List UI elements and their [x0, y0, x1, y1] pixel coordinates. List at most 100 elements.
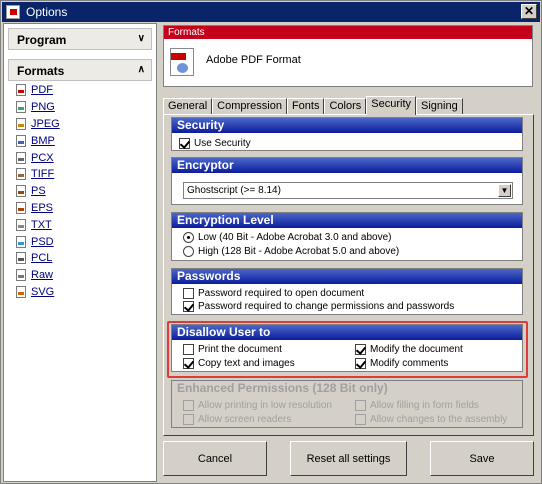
chevron-up-icon[interactable]: ∧ [138, 64, 145, 75]
program-label: Program [17, 33, 67, 47]
format-link[interactable]: PDF [31, 84, 53, 96]
format-link[interactable]: TXT [31, 219, 52, 231]
checkbox-icon [355, 400, 366, 411]
encryptor-value: Ghostscript (>= 8.14) [187, 185, 281, 196]
pcl-file-icon [16, 252, 26, 265]
encryptor-header: Encryptor [172, 158, 522, 173]
radio-icon[interactable] [183, 246, 194, 257]
format-link[interactable]: EPS [31, 202, 53, 214]
change-password-checkbox[interactable]: Password required to change permissions … [183, 301, 454, 312]
format-link[interactable]: SVG [31, 286, 54, 298]
security-group: Security Use Security [171, 117, 523, 151]
encryptor-group: Encryptor Ghostscript (>= 8.14) ▼ [171, 157, 523, 205]
window-title: Options [26, 5, 68, 19]
pcx-file-icon [16, 151, 26, 164]
high-encryption-radio[interactable]: High (128 Bit - Adobe Acrobat 5.0 and ab… [183, 246, 399, 257]
low-res-print-label: Allow printing in low resolution [198, 400, 332, 411]
eps-file-icon [16, 201, 26, 214]
screen-readers-checkbox: Allow screen readers [183, 414, 291, 425]
formats-section-header[interactable]: Formats ∧ [8, 59, 152, 81]
format-item-svg[interactable]: SVG [16, 284, 146, 301]
format-item-eps[interactable]: EPS [16, 200, 146, 217]
checkbox-icon[interactable] [183, 288, 194, 299]
security-header: Security [172, 118, 522, 133]
format-link[interactable]: PSD [31, 236, 54, 248]
close-button[interactable]: ✕ [521, 4, 537, 19]
format-item-pcl[interactable]: PCL [16, 250, 146, 267]
format-item-pdf[interactable]: PDF [16, 82, 146, 99]
chevron-down-icon[interactable]: ∨ [138, 33, 145, 44]
format-link[interactable]: PNG [31, 101, 55, 113]
modify-document-checkbox[interactable]: Modify the document [355, 344, 463, 355]
pdf-file-icon [16, 84, 26, 97]
checkbox-icon [183, 414, 194, 425]
encryption-level-header: Encryption Level [172, 213, 522, 228]
formats-panel-header: Formats [164, 26, 532, 39]
left-panel: Program ∨ Formats ∧ PDF PNG JPEG BMP PCX… [3, 23, 157, 482]
format-link[interactable]: PCX [31, 152, 54, 164]
tab-signing[interactable]: Signing [416, 98, 463, 115]
tab-strip: General Compression Fonts Colors Securit… [163, 96, 463, 115]
screen-readers-label: Allow screen readers [198, 414, 292, 425]
disallow-group: Disallow User to Print the document Copy… [171, 324, 523, 372]
copy-text-checkbox[interactable]: Copy text and images [183, 358, 295, 369]
use-security-checkbox[interactable]: Use Security [179, 138, 251, 149]
checkbox-icon[interactable] [183, 301, 194, 312]
checkbox-icon[interactable] [183, 344, 194, 355]
button-bar: Cancel Reset all settings Save [163, 441, 534, 477]
low-res-print-checkbox: Allow printing in low resolution [183, 400, 332, 411]
tab-security[interactable]: Security [366, 96, 417, 115]
format-item-jpeg[interactable]: JPEG [16, 116, 146, 133]
format-link[interactable]: Raw [31, 269, 53, 281]
print-document-checkbox[interactable]: Print the document [183, 344, 282, 355]
format-item-tiff[interactable]: TIFF [16, 166, 146, 183]
checkbox-icon[interactable] [355, 358, 366, 369]
formats-label: Formats [17, 64, 65, 78]
save-button[interactable]: Save [430, 441, 534, 476]
low-encryption-radio[interactable]: Low (40 Bit - Adobe Acrobat 3.0 and abov… [183, 232, 391, 243]
disallow-header: Disallow User to [172, 325, 522, 340]
tab-colors[interactable]: Colors [324, 98, 367, 115]
checkbox-icon [355, 414, 366, 425]
format-link[interactable]: PS [31, 185, 46, 197]
format-item-txt[interactable]: TXT [16, 216, 146, 233]
use-security-label: Use Security [194, 138, 251, 149]
checkbox-icon[interactable] [183, 358, 194, 369]
program-section-header[interactable]: Program ∨ [8, 28, 152, 50]
tab-fonts[interactable]: Fonts [286, 98, 325, 115]
low-encryption-label: Low (40 Bit - Adobe Acrobat 3.0 and abov… [198, 232, 392, 243]
radio-selected-icon[interactable] [183, 232, 194, 243]
format-item-ps[interactable]: PS [16, 183, 146, 200]
checkbox-icon[interactable] [179, 138, 190, 149]
title-bar: Options ✕ [2, 2, 540, 22]
tab-compression[interactable]: Compression [212, 98, 287, 115]
change-password-label: Password required to change permissions … [198, 301, 455, 312]
cancel-button[interactable]: Cancel [163, 441, 267, 476]
dropdown-arrow-icon[interactable]: ▼ [498, 184, 511, 197]
format-item-bmp[interactable]: BMP [16, 132, 146, 149]
open-password-checkbox[interactable]: Password required to open document [183, 288, 364, 299]
enhanced-permissions-header: Enhanced Permissions (128 Bit only) [172, 381, 522, 396]
tab-general[interactable]: General [163, 98, 213, 115]
encryptor-select[interactable]: Ghostscript (>= 8.14) ▼ [183, 182, 513, 199]
checkbox-icon[interactable] [355, 344, 366, 355]
format-link[interactable]: PCL [31, 252, 52, 264]
security-tab-page: Security Use Security Encryptor Ghostscr… [163, 114, 534, 436]
print-document-label: Print the document [198, 344, 282, 355]
format-link[interactable]: JPEG [31, 118, 60, 130]
reset-settings-button[interactable]: Reset all settings [290, 441, 407, 476]
png-file-icon [16, 101, 26, 114]
format-link[interactable]: TIFF [31, 168, 54, 180]
copy-text-label: Copy text and images [198, 358, 295, 369]
jpeg-file-icon [16, 117, 26, 130]
high-encryption-label: High (128 Bit - Adobe Acrobat 5.0 and ab… [198, 246, 400, 257]
format-link[interactable]: BMP [31, 135, 55, 147]
format-item-raw[interactable]: Raw [16, 267, 146, 284]
format-item-psd[interactable]: PSD [16, 233, 146, 250]
assembly-label: Allow changes to the assembly [370, 414, 508, 425]
enhanced-permissions-group: Enhanced Permissions (128 Bit only) Allo… [171, 380, 523, 428]
modify-comments-checkbox[interactable]: Modify comments [355, 358, 448, 369]
raw-file-icon [16, 269, 26, 282]
format-item-pcx[interactable]: PCX [16, 149, 146, 166]
format-item-png[interactable]: PNG [16, 99, 146, 116]
